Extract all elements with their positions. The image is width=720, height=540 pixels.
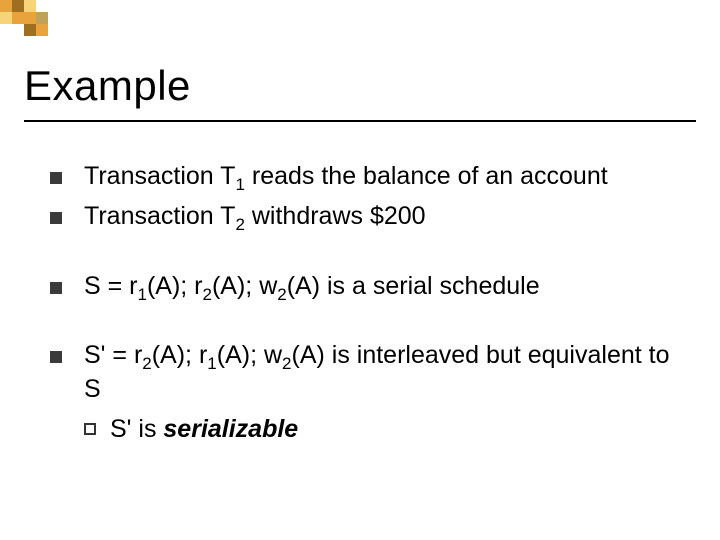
sub-bullet-1: S' is serializable: [50, 413, 680, 447]
text: S = r1(A); r2(A); w2(A) is a serial sche…: [84, 272, 540, 300]
bullet-2: Transaction T2 withdraws $200: [50, 200, 680, 234]
bullet-1: Transaction T1 reads the balance of an a…: [50, 160, 680, 194]
square-bullet-icon: [50, 351, 62, 363]
slide-title: Example: [24, 62, 191, 110]
corner-logo: [0, 0, 60, 42]
text: S' is serializable: [110, 415, 298, 443]
bullet-3: S = r1(A); r2(A); w2(A) is a serial sche…: [50, 270, 680, 304]
square-bullet-icon: [50, 212, 62, 224]
open-square-bullet-icon: [84, 423, 96, 435]
square-bullet-icon: [50, 172, 62, 184]
text: Transaction T2 withdraws $200: [84, 202, 426, 230]
text: Transaction T1 reads the balance of an a…: [84, 162, 608, 190]
text: S' = r2(A); r1(A); w2(A) is interleaved …: [84, 341, 670, 403]
bullet-4: S' = r2(A); r1(A); w2(A) is interleaved …: [50, 339, 680, 407]
slide-body: Transaction T1 reads the balance of an a…: [50, 160, 680, 447]
title-underline: [24, 120, 696, 122]
square-bullet-icon: [50, 282, 62, 294]
